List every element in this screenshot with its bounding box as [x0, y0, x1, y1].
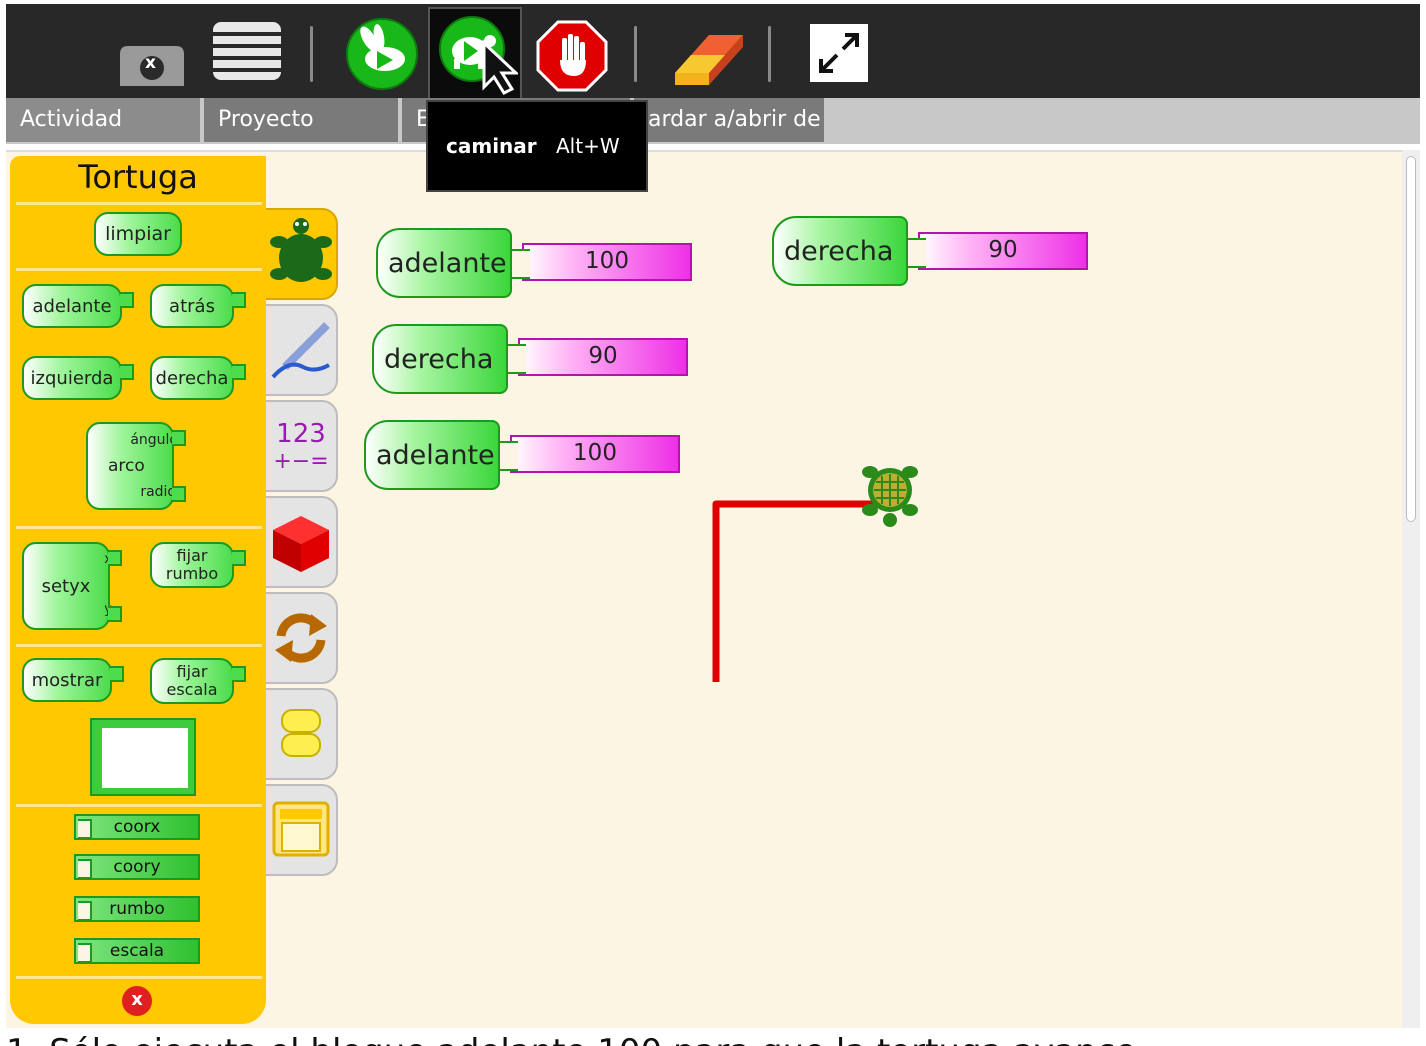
palette-escala-block[interactable]: escala: [74, 938, 200, 964]
vertical-scrollbar[interactable]: [1402, 150, 1420, 1028]
palette-izquierda-block[interactable]: izquierda: [22, 356, 134, 400]
block-label: atrás: [169, 295, 215, 317]
tooltip-label: caminar: [446, 134, 537, 158]
category-media-tab[interactable]: [264, 784, 338, 876]
palette-setyx-block[interactable]: setyx x y: [22, 542, 122, 630]
run-walk-button[interactable]: [428, 7, 522, 101]
close-palette-button[interactable]: x: [122, 986, 152, 1016]
block-label: izquierda: [30, 367, 114, 389]
palette-divider: [16, 268, 262, 271]
palette-media-block[interactable]: [90, 718, 196, 796]
stop-hand-icon: [536, 20, 608, 92]
number-block[interactable]: 90: [506, 338, 688, 376]
pen-icon: [271, 322, 330, 379]
fullscreen-button[interactable]: [804, 18, 874, 88]
palette-divider: [16, 804, 262, 807]
category-pen-tab[interactable]: [264, 304, 338, 396]
palette-limpiar-block[interactable]: limpiar: [94, 212, 182, 256]
eraser-icon: [675, 35, 743, 85]
menu-button[interactable]: [206, 14, 288, 88]
palette-coorx-block[interactable]: coorx: [74, 814, 200, 840]
category-blocks-tab[interactable]: [264, 688, 338, 780]
number-block[interactable]: 90: [906, 232, 1088, 270]
toolbar-separator: [634, 26, 637, 82]
number-block[interactable]: 100: [498, 435, 680, 473]
arg-label-angulo: ángulo: [130, 432, 178, 448]
category-turtle-tab[interactable]: [264, 208, 338, 300]
block-label: adelante: [32, 295, 112, 317]
run-walk-turtle-icon: [439, 16, 518, 95]
derecha-block[interactable]: derecha: [372, 324, 508, 394]
tooltip-shortcut: Alt+W: [556, 134, 620, 158]
numbers-icon-top: 123: [276, 418, 326, 449]
palette-derecha-block[interactable]: derecha: [150, 356, 246, 400]
arg-label-radio: radio: [140, 484, 176, 500]
palette-coory-block[interactable]: coory: [74, 854, 200, 880]
tab-bar: Actividad Proyecto E ardar a/abrir de: [6, 98, 1420, 144]
block-label: derecha: [384, 343, 494, 375]
turtle-icon: [270, 218, 332, 282]
scrollbar-thumb[interactable]: [1406, 156, 1416, 522]
turtle-sprite: [862, 466, 918, 527]
close-tab-glyph: x: [145, 53, 156, 73]
close-tab-button[interactable]: x: [114, 44, 190, 86]
palette-atras-block[interactable]: atrás: [150, 284, 246, 328]
block-label: adelante: [388, 247, 507, 279]
block-label: arco: [108, 456, 145, 476]
palette-arco-block[interactable]: arco ángulo radio: [86, 422, 186, 510]
block-label: setyx: [41, 575, 91, 597]
category-numbers-tab[interactable]: 123 +−=: [264, 400, 338, 492]
palette-mostrar-block[interactable]: mostrar: [22, 658, 124, 702]
palette-divider: [16, 644, 262, 647]
numbers-icon-bottom: +−=: [273, 448, 329, 474]
derecha-block[interactable]: derecha: [772, 216, 908, 286]
category-flow-tab[interactable]: [264, 592, 338, 684]
palette-adelante-block[interactable]: adelante: [22, 284, 134, 328]
tooltip: caminar Alt+W: [426, 100, 648, 192]
media-icon: [272, 801, 330, 857]
toolbar-separator: [768, 26, 771, 82]
media-placeholder: [102, 728, 188, 788]
block-label: derecha: [155, 367, 229, 389]
instruction-caption: 1. Sólo ejecuta el bloque adelante 100 p…: [6, 1030, 1420, 1046]
clear-button[interactable]: [666, 16, 750, 96]
close-icon: x: [131, 989, 143, 1010]
fullscreen-icon: [810, 24, 868, 82]
adelante-block[interactable]: adelante: [364, 420, 500, 490]
box-icon: [273, 516, 329, 572]
refresh-icon: [275, 613, 327, 663]
palette-divider: [16, 526, 262, 529]
block-label: limpiar: [105, 223, 171, 245]
block-label: fijar: [176, 662, 208, 681]
palette-divider: [16, 976, 262, 979]
block-label: derecha: [784, 235, 894, 267]
palette-title: Tortuga: [78, 158, 198, 196]
stop-button[interactable]: [532, 16, 612, 96]
palette-fijar-escala-block[interactable]: fijar escala: [150, 658, 246, 704]
palette-divider: [16, 202, 262, 205]
block-label: escala: [166, 680, 218, 699]
tab-guardar[interactable]: ardar a/abrir de: [634, 98, 824, 142]
pen-trail: [712, 500, 890, 682]
turtle-palette: Tortuga limpiar adelante atrás izquierda…: [10, 156, 266, 1024]
palette-fijar-rumbo-block[interactable]: fijar rumbo: [150, 542, 246, 588]
toolbar: x: [6, 4, 1420, 101]
block-label: adelante: [376, 439, 495, 471]
tab-proyecto[interactable]: Proyecto: [204, 98, 398, 142]
category-boxes-tab[interactable]: [264, 496, 338, 588]
tab-actividad[interactable]: Actividad: [6, 98, 200, 142]
block-label: mostrar: [31, 669, 103, 691]
run-fast-rabbit-icon: [346, 18, 418, 90]
adelante-block[interactable]: adelante: [376, 228, 512, 298]
run-fast-button[interactable]: [342, 14, 422, 94]
action-blocks-icon: [281, 709, 321, 757]
block-label: rumbo: [165, 564, 219, 583]
toolbar-separator: [310, 26, 313, 82]
palette-rumbo-block[interactable]: rumbo: [74, 896, 200, 922]
block-label: fijar: [176, 546, 208, 565]
menu-icon: [209, 22, 285, 80]
number-block[interactable]: 100: [510, 243, 692, 281]
